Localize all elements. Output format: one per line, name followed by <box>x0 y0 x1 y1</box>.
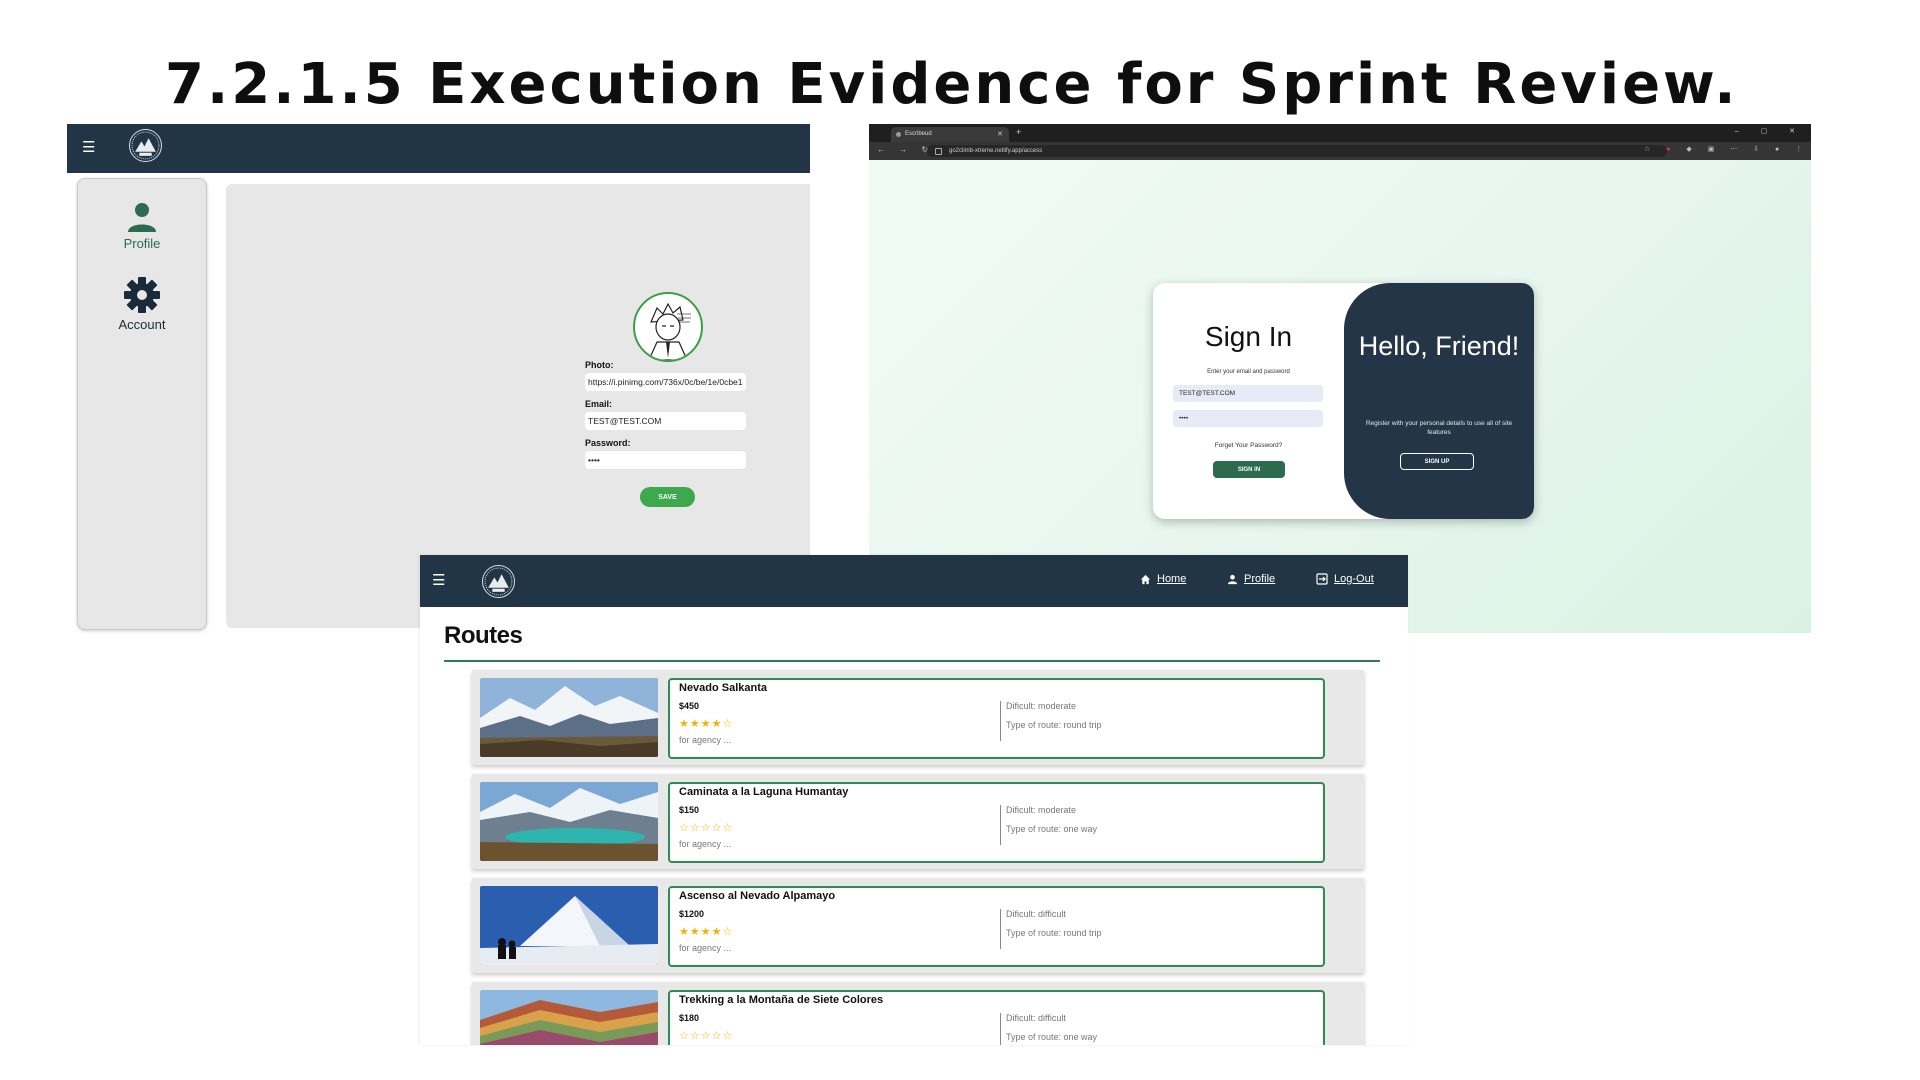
route-row[interactable]: Caminata a la Laguna Humantay $150 ☆☆☆☆☆… <box>472 774 1364 869</box>
photo-label: Photo: <box>585 360 614 370</box>
sign-in-button[interactable]: SIGN IN <box>1213 461 1285 478</box>
card-divider <box>1000 805 1001 845</box>
email-field[interactable] <box>585 412 746 430</box>
app-logo-icon[interactable] <box>129 129 162 162</box>
route-agency: for agency ... <box>679 943 732 953</box>
route-row[interactable]: Trekking a la Montaña de Siete Colores $… <box>472 982 1364 1045</box>
card-divider <box>1000 1013 1001 1045</box>
gear-icon <box>124 277 160 313</box>
route-card[interactable]: Nevado Salkanta $450 ★★★★☆ for agency ..… <box>668 678 1325 759</box>
route-price: $180 <box>679 1013 700 1023</box>
route-name: Nevado Salkanta <box>679 682 768 694</box>
password-label: Password: <box>585 438 631 448</box>
browser-tab-bar <box>869 124 1811 142</box>
password-field[interactable] <box>1173 410 1323 427</box>
signin-card: Sign In Enter your email and password Fo… <box>1153 283 1534 519</box>
browser-tab[interactable]: Escribeud ✕ <box>891 127 1009 142</box>
avatar[interactable] <box>633 292 703 362</box>
signin-title: Sign In <box>1204 321 1293 352</box>
routes-screenshot: ☰ Home Profile Log-Out Routes Nevado Sal… <box>420 555 1408 1045</box>
route-type: Type of route: round trip <box>1006 928 1102 938</box>
logout-icon <box>1316 573 1328 585</box>
welcome-text: Register with your personal details to u… <box>1365 420 1513 436</box>
profile-navbar: ☰ <box>67 124 810 173</box>
email-field[interactable] <box>1173 385 1323 402</box>
route-name: Ascenso al Nevado Alpamayo <box>679 890 836 902</box>
route-price: $450 <box>679 701 700 711</box>
new-tab-icon[interactable]: + <box>1016 127 1021 137</box>
url-text: go2climb-xtreme.netlify.app/access <box>949 148 1043 154</box>
page-title: Routes <box>444 622 523 649</box>
hamburger-menu-icon[interactable]: ☰ <box>432 573 445 588</box>
route-name: Trekking a la Montaña de Siete Colores <box>679 994 884 1006</box>
save-button[interactable]: SAVE <box>640 487 695 507</box>
slide-title: 7.2.1.5 Execution Evidence for Sprint Re… <box>165 52 1739 117</box>
home-icon <box>1140 574 1151 584</box>
route-difficulty: Dificult: moderate <box>1006 805 1077 815</box>
welcome-panel: Hello, Friend! Register with your person… <box>1344 283 1534 519</box>
route-row[interactable]: Nevado Salkanta $450 ★★★★☆ for agency ..… <box>472 670 1364 765</box>
route-difficulty: Dificult: difficult <box>1006 909 1066 919</box>
card-divider <box>1000 701 1001 741</box>
route-name: Caminata a la Laguna Humantay <box>679 786 849 798</box>
tab-title: Escribeud <box>905 131 932 137</box>
route-difficulty: Dificult: difficult <box>1006 1013 1066 1023</box>
person-icon <box>1227 574 1238 584</box>
sidebar-item-profile[interactable]: Profile <box>78 201 206 251</box>
signin-subtitle: Enter your email and password <box>1207 369 1290 375</box>
nav-profile-label: Profile <box>1244 573 1276 585</box>
browser-nav-buttons[interactable]: ← → ↻ <box>877 145 934 154</box>
route-image-alpamayo[interactable] <box>480 886 658 965</box>
route-type: Type of route: round trip <box>1006 720 1102 730</box>
sidebar-item-label: Profile <box>123 236 161 251</box>
extensions-icons[interactable]: ☆ ● ◆ ▣ ⋯ ⇩ ● ⋮ <box>1644 145 1809 153</box>
email-label: Email: <box>585 399 613 409</box>
address-bar[interactable]: go2climb-xtreme.netlify.app/access <box>927 145 1667 157</box>
star-rating: ☆☆☆☆☆ <box>679 822 734 834</box>
routes-navbar: ☰ Home Profile Log-Out <box>420 555 1408 607</box>
profile-sidebar: Profile Account <box>77 178 207 630</box>
nav-home-label: Home <box>1157 573 1187 585</box>
favicon-icon <box>896 132 901 137</box>
star-rating: ★★★★☆ <box>679 718 734 730</box>
route-card[interactable]: Ascenso al Nevado Alpamayo $1200 ★★★★☆ f… <box>668 886 1325 967</box>
route-image-lagoon[interactable] <box>480 782 658 861</box>
nav-logout-label: Log-Out <box>1334 573 1374 585</box>
route-row[interactable]: Ascenso al Nevado Alpamayo $1200 ★★★★☆ f… <box>472 878 1364 973</box>
hamburger-menu-icon[interactable]: ☰ <box>82 140 95 155</box>
route-type: Type of route: one way <box>1006 1032 1098 1042</box>
route-difficulty: Dificult: moderate <box>1006 701 1077 711</box>
route-card[interactable]: Caminata a la Laguna Humantay $150 ☆☆☆☆☆… <box>668 782 1325 863</box>
nav-logout-link[interactable]: Log-Out <box>1316 573 1374 585</box>
star-rating: ★★★★☆ <box>679 926 734 938</box>
app-logo-icon[interactable] <box>482 565 515 598</box>
route-card[interactable]: Trekking a la Montaña de Siete Colores $… <box>668 990 1325 1045</box>
sign-up-button[interactable]: SIGN UP <box>1400 453 1474 470</box>
nav-profile-link[interactable]: Profile <box>1227 573 1275 585</box>
person-icon <box>128 203 156 232</box>
route-agency: for agency ... <box>679 839 732 849</box>
route-image-rainbow-mountain[interactable] <box>480 990 658 1045</box>
route-agency: for agency ... <box>679 735 732 745</box>
nav-home-link[interactable]: Home <box>1140 573 1186 585</box>
sidebar-item-account[interactable]: Account <box>78 276 206 332</box>
forgot-password-link[interactable]: Forget Your Password? <box>1153 442 1344 449</box>
photo-url-field[interactable] <box>585 373 746 391</box>
password-field[interactable] <box>585 451 746 469</box>
route-type: Type of route: one way <box>1006 824 1098 834</box>
welcome-title: Hello, Friend! <box>1358 331 1520 361</box>
window-controls[interactable]: – ▢ ✕ <box>1735 127 1805 135</box>
lock-icon <box>935 148 942 155</box>
sidebar-item-label: Account <box>118 317 166 332</box>
card-divider <box>1000 909 1001 949</box>
route-price: $1200 <box>679 909 705 919</box>
route-image-snow-peaks[interactable] <box>480 678 658 757</box>
close-tab-icon[interactable]: ✕ <box>997 130 1003 138</box>
star-rating: ☆☆☆☆☆ <box>679 1030 734 1042</box>
route-price: $150 <box>679 805 700 815</box>
title-divider <box>444 660 1380 662</box>
